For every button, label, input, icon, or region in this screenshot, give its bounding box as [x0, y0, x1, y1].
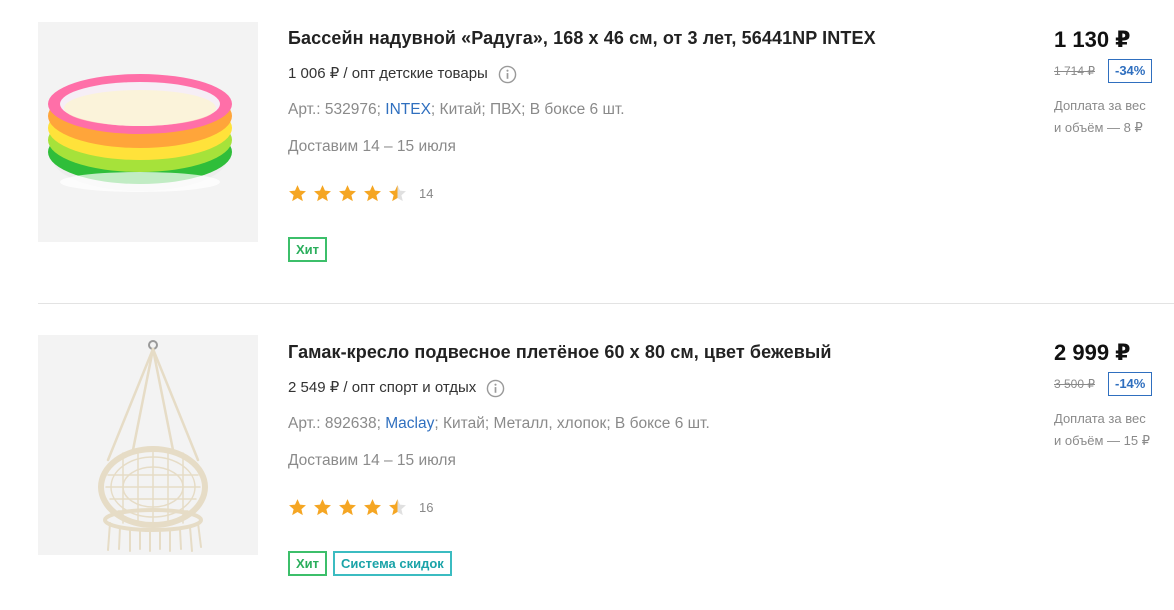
price-block: 1 130 ₽ 1 714 ₽ -34% Доплата за вес и об… [1054, 27, 1174, 139]
rating-stars [288, 184, 407, 203]
current-price: 1 130 ₽ [1054, 27, 1131, 52]
surcharge-line-1: Доплата за вес [1054, 98, 1146, 113]
inflatable-pool-image [38, 22, 258, 242]
discount-badge: -34% [1108, 59, 1153, 83]
divider [38, 303, 1174, 304]
product-card: Бассейн надувной «Радуга», 168 х 46 см, … [0, 0, 1174, 304]
brand-link[interactable]: Maclay [385, 415, 434, 432]
wholesale-price-text: 1 006 ₽ / опт детские товары [288, 65, 488, 82]
surcharge-line-2: и объём — 8 ₽ [1054, 120, 1143, 135]
wholesale-price-text: 2 549 ₽ / опт спорт и отдых [288, 379, 477, 396]
wholesale-price: 1 006 ₽ / опт детские товары [288, 64, 988, 84]
product-image[interactable] [38, 335, 258, 555]
article-number: Арт.: 892638; [288, 415, 381, 432]
badges: Хит Система скидок [288, 551, 988, 576]
star-full-icon [288, 498, 307, 517]
rating[interactable]: 14 [288, 183, 988, 203]
star-full-icon [338, 498, 357, 517]
product-title[interactable]: Бассейн надувной «Радуга», 168 х 46 см, … [288, 27, 988, 49]
wholesale-price: 2 549 ₽ / опт спорт и отдых [288, 378, 988, 398]
star-full-icon [313, 184, 332, 203]
product-info: Бассейн надувной «Радуга», 168 х 46 см, … [288, 27, 988, 262]
product-meta: Арт.: 892638; Maclay; Китай; Металл, хло… [288, 414, 988, 434]
star-full-icon [338, 184, 357, 203]
surcharge-note: Доплата за вес и объём — 15 ₽ [1054, 408, 1164, 452]
product-card: Гамак-кресло подвесное плетёное 60 х 80 … [0, 313, 1174, 610]
review-count[interactable]: 14 [419, 186, 433, 201]
review-count[interactable]: 16 [419, 500, 433, 515]
product-image[interactable] [38, 22, 258, 242]
info-icon[interactable] [498, 65, 517, 84]
product-attributes: ; Китай; Металл, хлопок; В боксе 6 шт. [434, 415, 710, 432]
old-price: 1 714 ₽ [1054, 64, 1095, 78]
star-half-icon [388, 498, 407, 517]
product-info: Гамак-кресло подвесное плетёное 60 х 80 … [288, 341, 988, 576]
badge-hit: Хит [288, 237, 328, 262]
delivery-date: Доставим 14 – 15 июля [288, 452, 456, 469]
badge-discount-system[interactable]: Система скидок [333, 551, 452, 576]
brand-link[interactable]: INTEX [385, 101, 431, 118]
article-number: Арт.: 532976; [288, 101, 381, 118]
product-attributes: ; Китай; ПВХ; В боксе 6 шт. [430, 101, 625, 118]
badge-hit: Хит [288, 551, 328, 576]
star-half-icon [388, 184, 407, 203]
badges: Хит [288, 237, 988, 262]
discount-badge: -14% [1108, 372, 1153, 396]
surcharge-line-2: и объём — 15 ₽ [1054, 433, 1150, 448]
star-full-icon [363, 498, 382, 517]
hammock-chair-image [38, 335, 258, 555]
product-meta: Арт.: 532976; INTEX; Китай; ПВХ; В боксе… [288, 100, 988, 120]
old-price: 3 500 ₽ [1054, 377, 1095, 391]
price-block: 2 999 ₽ 3 500 ₽ -14% Доплата за вес и об… [1054, 340, 1174, 452]
rating[interactable]: 16 [288, 497, 988, 517]
star-full-icon [288, 184, 307, 203]
old-price-row: 1 714 ₽ -34% [1054, 59, 1174, 83]
rating-stars [288, 498, 407, 517]
delivery-date: Доставим 14 – 15 июля [288, 138, 456, 155]
product-title[interactable]: Гамак-кресло подвесное плетёное 60 х 80 … [288, 341, 988, 363]
info-icon[interactable] [486, 379, 505, 398]
old-price-row: 3 500 ₽ -14% [1054, 372, 1174, 396]
star-full-icon [363, 184, 382, 203]
surcharge-line-1: Доплата за вес [1054, 411, 1146, 426]
current-price: 2 999 ₽ [1054, 340, 1131, 365]
star-full-icon [313, 498, 332, 517]
surcharge-note: Доплата за вес и объём — 8 ₽ [1054, 95, 1164, 139]
